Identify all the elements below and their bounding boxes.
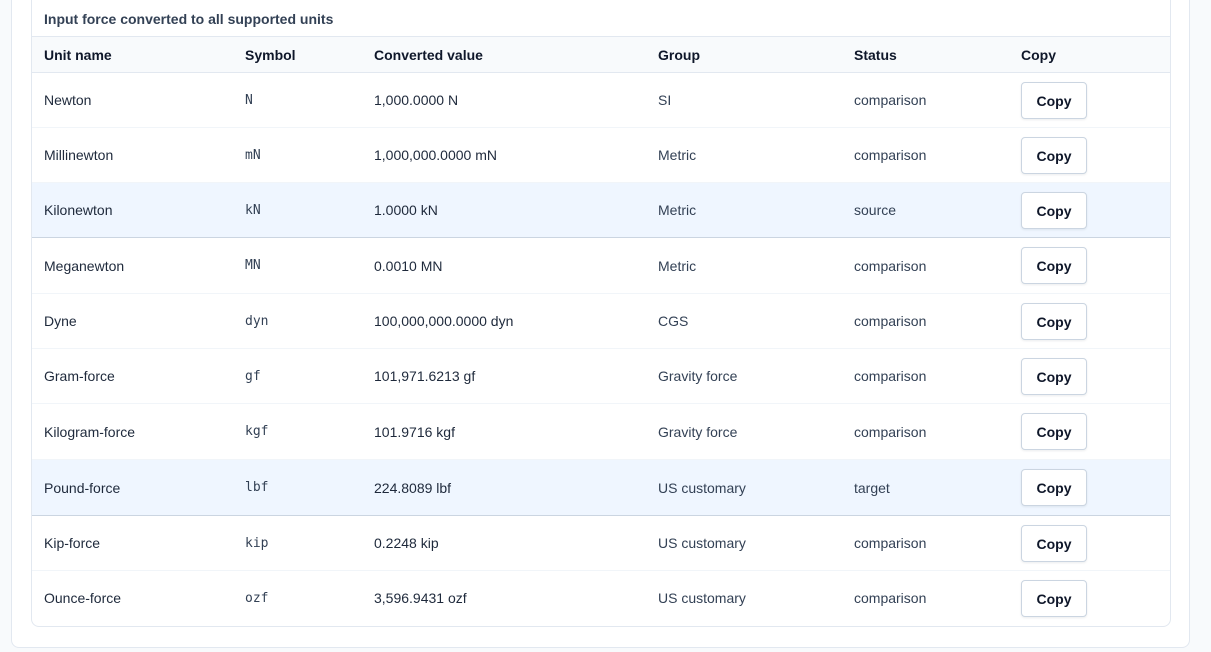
unit-name-cell: Dyne <box>44 313 77 329</box>
symbol-cell: gf <box>245 368 261 384</box>
table-row: Newton N 1,000.0000 N SI comparison Copy <box>32 73 1170 128</box>
converted-value-cell: 100,000,000.0000 dyn <box>374 313 514 329</box>
status-cell: target <box>854 479 890 496</box>
unit-name-cell: Kilonewton <box>44 202 113 218</box>
column-header-unit-name: Unit name <box>32 36 233 73</box>
converted-value-cell: 224.8089 lbf <box>374 479 452 496</box>
group-cell: Metric <box>658 202 697 218</box>
status-cell: comparison <box>854 368 927 384</box>
group-cell: Gravity force <box>658 423 738 440</box>
symbol-cell: ozf <box>245 590 269 606</box>
symbol-cell: dyn <box>245 313 269 329</box>
group-cell: US customary <box>658 590 746 607</box>
status-cell: comparison <box>854 313 927 329</box>
copy-button[interactable]: Copy <box>1021 81 1087 119</box>
copy-cell: Copy <box>1009 183 1170 238</box>
converted-value-cell: 3,596.9431 ozf <box>374 590 467 607</box>
copy-cell: Copy <box>1009 404 1170 460</box>
copy-cell: Copy <box>1009 128 1170 183</box>
unit-name-cell: Meganewton <box>44 257 125 274</box>
unit-name-cell: Pound-force <box>44 479 121 496</box>
unit-name-cell: Ounce-force <box>44 590 122 607</box>
group-cell: US customary <box>658 479 746 496</box>
group-cell: US customary <box>658 535 746 551</box>
group-cell: CGS <box>658 313 689 329</box>
status-cell: comparison <box>854 257 927 274</box>
copy-button[interactable]: Copy <box>1021 469 1087 506</box>
table-row: Kip-force kip 0.2248 kip US customary compar… <box>32 516 1170 571</box>
converted-value-cell: 1,000.0000 N <box>374 92 459 108</box>
symbol-cell: kip <box>245 535 269 551</box>
copy-cell: Copy <box>1009 238 1170 294</box>
converted-value-cell: 101.9716 kgf <box>374 423 455 440</box>
column-header-copy: Copy <box>1009 36 1170 73</box>
table-row: Dyne dyn 100,000,000.0000 dyn CGS comparison… <box>32 294 1170 349</box>
conversion-table: Unit name Symbol Converted value Group S… <box>32 36 1170 626</box>
column-header-group: Group <box>646 36 842 73</box>
table-header-row: Unit name Symbol Converted value Group S… <box>32 36 1170 73</box>
status-cell: comparison <box>854 92 927 108</box>
copy-button[interactable]: Copy <box>1021 413 1087 450</box>
copy-button[interactable]: Copy <box>1021 524 1087 562</box>
table-row: Ounce-force ozf 3,596.9431 ozf US customary… <box>32 571 1170 626</box>
converted-value-cell: 0.0010 MN <box>374 257 443 274</box>
copy-button[interactable]: Copy <box>1021 247 1087 284</box>
column-header-symbol: Symbol <box>233 36 362 73</box>
table-row: Kilonewton kN 1.0000 kN Metric source Copy <box>32 182 1170 238</box>
table-row: Kilogram-force kgf 101.9716 kgf Gravity for… <box>32 404 1170 460</box>
converted-value-cell: 1.0000 kN <box>374 202 438 218</box>
symbol-cell: lbf <box>245 480 269 495</box>
table-row: Meganewton MN 0.0010 MN Metric comparison Cop… <box>32 238 1170 294</box>
copy-cell: Copy <box>1009 73 1170 128</box>
column-header-converted-value: Converted value <box>362 36 646 73</box>
group-cell: Metric <box>658 147 697 163</box>
table-row: Millinewton mN 1,000,000.0000 mN Metric comp… <box>32 128 1170 183</box>
table-row: Gram-force gf 101,971.6213 gf Gravity force… <box>32 349 1170 404</box>
copy-button[interactable]: Copy <box>1021 136 1087 174</box>
group-cell: Gravity force <box>658 368 738 384</box>
unit-name-cell: Millinewton <box>44 147 114 163</box>
converted-value-cell: 0.2248 kip <box>374 535 439 551</box>
status-cell: comparison <box>854 535 927 551</box>
status-cell: source <box>854 202 897 218</box>
group-cell: SI <box>658 92 672 108</box>
symbol-cell: kgf <box>245 424 269 439</box>
copy-cell: Copy <box>1009 571 1170 626</box>
copy-button[interactable]: Copy <box>1021 357 1087 395</box>
copy-button[interactable]: Copy <box>1021 302 1087 340</box>
symbol-cell: mN <box>245 147 261 163</box>
unit-name-cell: Kip-force <box>44 535 101 551</box>
column-header-status: Status <box>842 36 1009 73</box>
status-cell: comparison <box>854 590 927 607</box>
conversion-table-card: Input force converted to all supported u… <box>31 0 1171 627</box>
table-caption: Input force converted to all supported u… <box>44 11 334 27</box>
symbol-cell: MN <box>245 258 261 273</box>
unit-name-cell: Gram-force <box>44 368 115 384</box>
copy-cell: Copy <box>1009 294 1170 349</box>
copy-button[interactable]: Copy <box>1021 579 1087 617</box>
status-cell: comparison <box>854 423 927 440</box>
copy-cell: Copy <box>1009 460 1170 516</box>
symbol-cell: kN <box>245 202 261 218</box>
table-row: Pound-force lbf 224.8089 lbf US customary ta… <box>32 459 1170 516</box>
unit-name-cell: Newton <box>44 92 92 108</box>
status-cell: comparison <box>854 147 927 163</box>
group-cell: Metric <box>658 257 697 274</box>
converted-value-cell: 1,000,000.0000 mN <box>374 147 497 163</box>
copy-cell: Copy <box>1009 516 1170 571</box>
symbol-cell: N <box>245 92 253 108</box>
copy-button[interactable]: Copy <box>1021 191 1087 229</box>
unit-name-cell: Kilogram-force <box>44 423 136 440</box>
converted-value-cell: 101,971.6213 gf <box>374 368 476 384</box>
copy-cell: Copy <box>1009 349 1170 404</box>
